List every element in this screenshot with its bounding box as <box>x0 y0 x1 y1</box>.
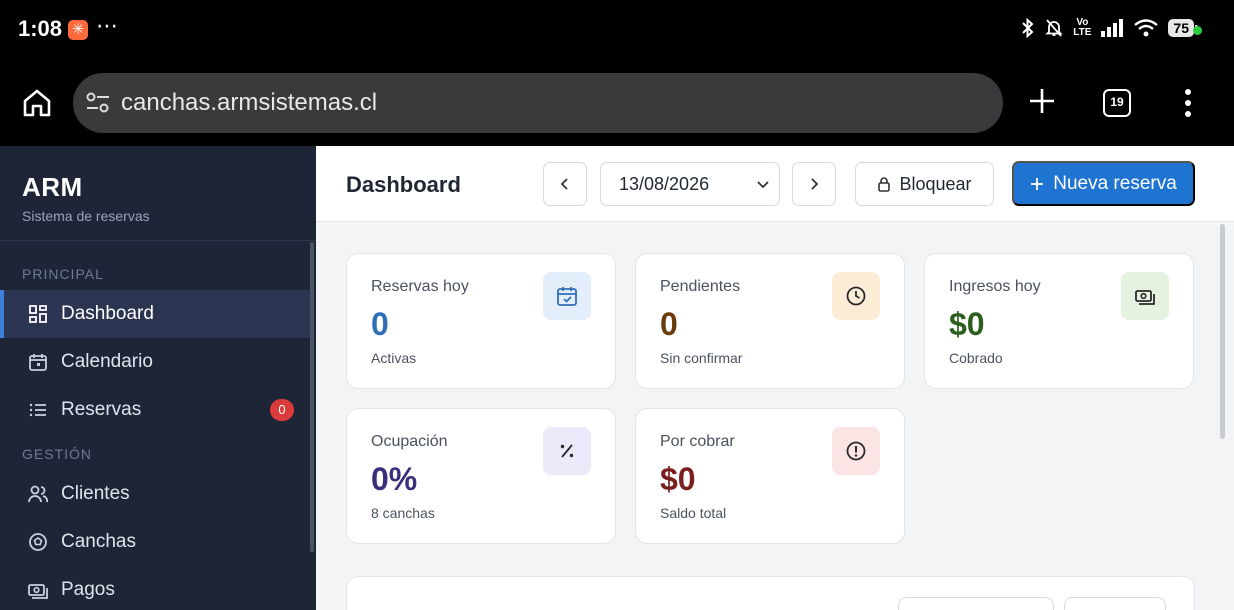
sidebar-item-reservas[interactable]: Reservas 0 <box>0 386 312 434</box>
next-day-button[interactable] <box>792 162 836 206</box>
card-label: Ocupación <box>371 433 448 450</box>
card-label: Reservas hoy <box>371 278 469 295</box>
signal-icon <box>1101 19 1124 37</box>
card-subtext: 8 canchas <box>371 505 435 521</box>
card-value: 0 <box>660 306 678 342</box>
site-settings-icon[interactable] <box>85 91 111 115</box>
status-time: 1:08 <box>18 16 63 41</box>
privacy-indicator-dot <box>1193 26 1202 35</box>
browser-menu-icon[interactable] <box>1180 88 1196 118</box>
brand-logo: ARM <box>22 172 83 202</box>
page-title: Dashboard <box>346 172 461 197</box>
sidebar-item-canchas[interactable]: Canchas <box>0 518 312 566</box>
sidebar-item-label: Pagos <box>61 579 115 600</box>
stat-card-por-cobrar: Por cobrar $0 Saldo total <box>635 408 905 544</box>
list-icon <box>29 403 46 417</box>
status-bar: 1:08 ✳ ⋯ Vo LTE 75 <box>0 0 1234 62</box>
new-tab-icon[interactable] <box>1027 86 1057 116</box>
panel-filter-button[interactable] <box>898 597 1054 610</box>
section-label-principal: PRINCIPAL <box>22 266 104 282</box>
date-select[interactable]: 13/08/2026 <box>600 162 780 206</box>
cash-icon <box>28 584 48 599</box>
chevron-right-icon <box>811 178 819 190</box>
sidebar-scrollbar[interactable] <box>310 242 314 552</box>
block-button[interactable]: Bloquear <box>855 162 994 206</box>
battery-icon: 75 <box>1168 19 1198 37</box>
url-text[interactable]: canchas.armsistemas.cl <box>121 89 377 117</box>
previous-day-button[interactable] <box>543 162 587 206</box>
cash-icon <box>1121 272 1169 320</box>
selected-date: 13/08/2026 <box>619 173 710 194</box>
card-subtext: Cobrado <box>949 350 1003 366</box>
sidebar: ARM Sistema de reservas PRINCIPAL Dashbo… <box>0 146 316 610</box>
volte-icon: Vo LTE <box>1073 17 1092 38</box>
divider <box>0 240 316 241</box>
sidebar-item-label: Canchas <box>61 531 136 552</box>
sidebar-item-label: Reservas <box>61 399 142 420</box>
wifi-icon <box>1134 19 1159 37</box>
sidebar-item-label: Clientes <box>61 483 130 504</box>
sidebar-item-label: Calendario <box>61 351 153 372</box>
card-subtext: Sin confirmar <box>660 350 743 366</box>
notification-app-icon: ✳ <box>68 20 88 40</box>
percent-icon <box>543 427 591 475</box>
card-value: 0 <box>371 306 389 342</box>
sidebar-item-dashboard[interactable]: Dashboard <box>0 290 312 338</box>
users-icon <box>28 485 48 503</box>
sidebar-item-calendario[interactable]: Calendario <box>0 338 312 386</box>
alert-circle-icon <box>832 427 880 475</box>
plus-icon <box>1031 177 1044 190</box>
ball-icon <box>29 533 47 551</box>
main-content: Dashboard 13/08/2026 Bloquear Nueva rese… <box>316 146 1234 610</box>
calendar-check-icon <box>543 272 591 320</box>
calendar-icon <box>29 354 47 371</box>
card-value: $0 <box>949 306 985 342</box>
card-label: Por cobrar <box>660 433 735 450</box>
brand-subtitle: Sistema de reservas <box>22 208 150 224</box>
chevron-down-icon <box>757 181 769 189</box>
chevron-left-icon <box>560 178 568 190</box>
lock-icon <box>878 177 891 192</box>
stat-card-pendientes: Pendientes 0 Sin confirmar <box>635 253 905 389</box>
dashboard-icon <box>29 305 47 323</box>
card-subtext: Saldo total <box>660 505 727 521</box>
page-header: Dashboard 13/08/2026 Bloquear Nueva rese… <box>316 146 1234 222</box>
block-button-label: Bloquear <box>899 173 972 194</box>
more-notifications-icon: ⋯ <box>96 13 119 38</box>
home-icon[interactable] <box>20 86 54 120</box>
stat-card-ocupacion: Ocupación 0% 8 canchas <box>346 408 616 544</box>
card-label: Ingresos hoy <box>949 278 1041 295</box>
card-subtext: Activas <box>371 350 417 366</box>
panel-action-button[interactable] <box>1064 597 1166 610</box>
sidebar-item-pagos[interactable]: Pagos <box>0 566 312 610</box>
new-reservation-button[interactable]: Nueva reserva <box>1012 161 1195 206</box>
new-reservation-label: Nueva reserva <box>1053 172 1177 194</box>
reservas-count-badge: 0 <box>270 399 294 421</box>
bell-off-icon <box>1045 19 1063 37</box>
reservations-panel <box>346 576 1195 610</box>
sidebar-item-label: Dashboard <box>61 303 154 324</box>
status-icons: Vo LTE 75 <box>1021 17 1198 38</box>
card-label: Pendientes <box>660 278 741 295</box>
main-scrollbar[interactable] <box>1220 224 1225 439</box>
tab-switcher-button[interactable]: 19 <box>1103 89 1131 117</box>
card-value: 0% <box>371 461 418 497</box>
stat-card-ingresos-hoy: Ingresos hoy $0 Cobrado <box>924 253 1194 389</box>
card-value: $0 <box>660 461 696 497</box>
sidebar-item-clientes[interactable]: Clientes <box>0 470 312 518</box>
address-bar[interactable]: canchas.armsistemas.cl <box>73 73 1003 133</box>
stat-card-reservas-hoy: Reservas hoy 0 Activas <box>346 253 616 389</box>
browser-toolbar: canchas.armsistemas.cl 19 <box>0 62 1234 146</box>
section-label-gestion: GESTIÓN <box>22 446 93 462</box>
clock-icon <box>832 272 880 320</box>
bluetooth-icon <box>1022 18 1034 38</box>
